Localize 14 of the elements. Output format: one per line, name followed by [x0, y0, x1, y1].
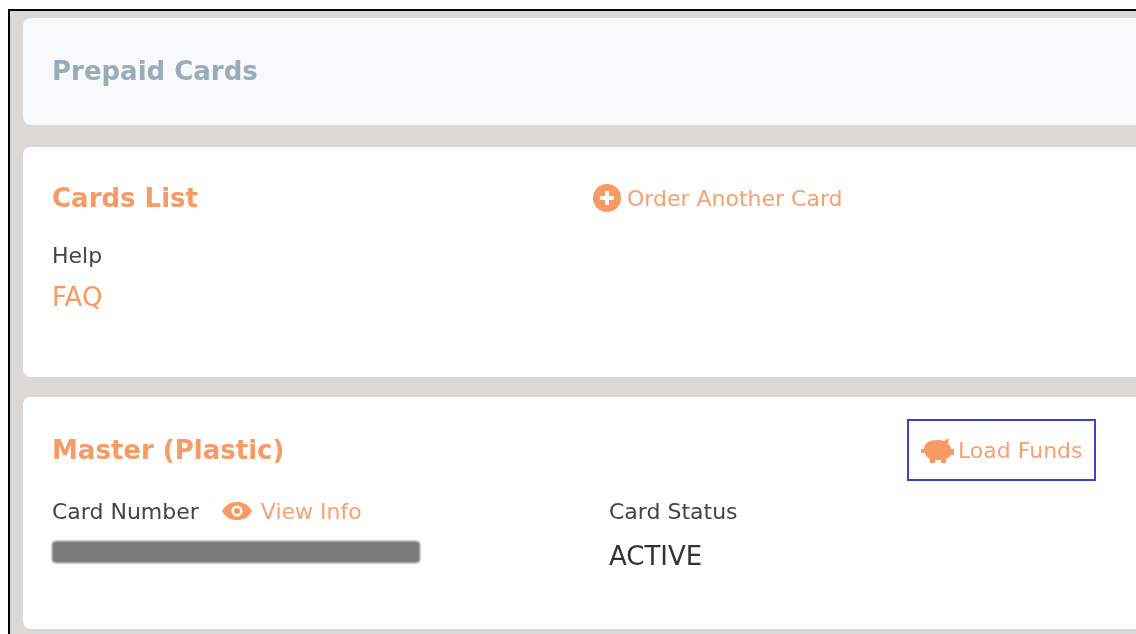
view-info-link[interactable]: View Info — [220, 494, 362, 528]
piggy-bank-icon — [920, 437, 954, 463]
plus-circle-icon — [593, 184, 621, 212]
load-funds-link[interactable]: Load Funds — [907, 419, 1096, 481]
help-label: Help — [52, 242, 103, 270]
card-status-label: Card Status — [609, 497, 738, 526]
card-title: Master (Plastic) — [52, 433, 286, 467]
card-number-label: Card Number — [52, 497, 199, 526]
page-title: Prepaid Cards — [52, 55, 258, 88]
card-status-value: ACTIVE — [609, 540, 703, 573]
eye-icon — [220, 501, 253, 521]
faq-link[interactable]: FAQ — [52, 278, 103, 317]
order-card-link[interactable]: Order Another Card — [593, 181, 843, 215]
section-title: Cards List — [52, 181, 199, 215]
